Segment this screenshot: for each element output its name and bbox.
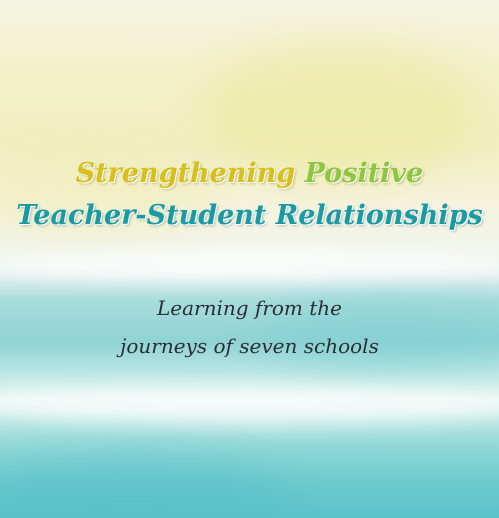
cover-page: Strengthening Positive Teacher-Student R…	[0, 0, 499, 518]
subtitle-line-2: journeys of seven schools	[120, 334, 379, 358]
title-word-positive: Positive	[304, 158, 424, 189]
title-word-strengthening: Strengthening	[75, 158, 296, 189]
watercolor-wash-white	[0, 388, 499, 424]
watercolor-wash-white	[0, 250, 499, 280]
title-line-1: Strengthening Positive	[0, 158, 499, 189]
watercolor-wash-teal	[0, 455, 280, 518]
subtitle-line-1: Learning from the	[157, 296, 342, 320]
title-line-2: Teacher-Student Relationships	[16, 200, 483, 231]
